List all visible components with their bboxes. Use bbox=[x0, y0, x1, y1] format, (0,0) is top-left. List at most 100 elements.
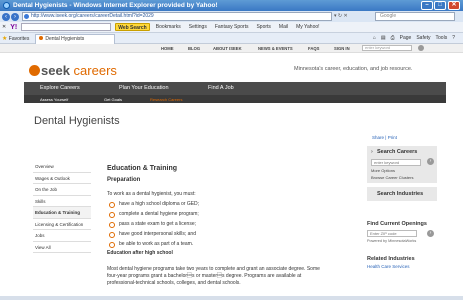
help-icon[interactable]: ? bbox=[452, 35, 455, 41]
leftnav-education[interactable]: Education & Training bbox=[33, 207, 91, 219]
print-link[interactable]: Print bbox=[388, 135, 397, 140]
leftnav-overview[interactable]: Overview bbox=[33, 161, 91, 173]
address-bar-row: ‹ › http://www.iseek.org/careers/careerD… bbox=[0, 11, 463, 22]
list-item: pass a state exam to get a license; bbox=[107, 219, 327, 229]
browser-search-input[interactable]: Google bbox=[375, 12, 455, 21]
main-content: Education & Training Preparation To work… bbox=[107, 165, 327, 287]
search-careers-panel: Search Careers › More Options Browse Car… bbox=[367, 146, 437, 183]
forward-button[interactable]: › bbox=[11, 12, 19, 21]
my-yahoo-button[interactable]: My Yahoo! bbox=[294, 23, 321, 31]
search-industries-title[interactable]: Search Industries bbox=[371, 191, 433, 197]
related-link[interactable]: Health Care Services bbox=[367, 264, 437, 269]
section-heading: Education & Training bbox=[107, 165, 178, 172]
topnav-news[interactable]: NEWS & EVENTS bbox=[258, 46, 293, 51]
settings-button[interactable]: Settings bbox=[187, 23, 209, 31]
career-section-nav: Overview Wages & Outlook On the Job Skil… bbox=[33, 161, 91, 253]
topnav-home[interactable]: HOME bbox=[161, 46, 174, 51]
related-industries-panel: Related Industries Health Care Services bbox=[367, 256, 437, 269]
sub-nav: Assess Yourself Get Goals Research Caree… bbox=[24, 95, 446, 103]
main-nav: Explore Careers Plan Your Education Find… bbox=[24, 82, 446, 95]
safety-menu[interactable]: Safety bbox=[416, 35, 430, 41]
ie-logo-icon bbox=[3, 2, 10, 9]
list-item: complete a dental hygiene program; bbox=[107, 209, 327, 219]
print-icon[interactable]: ⎙ bbox=[391, 35, 395, 41]
career-keyword-input[interactable] bbox=[371, 159, 421, 166]
page-menu[interactable]: Page bbox=[400, 35, 412, 41]
browser-tab[interactable]: Dental Hygienists bbox=[35, 33, 116, 44]
site-search-go-button[interactable] bbox=[418, 45, 424, 51]
list-item: have good interpersonal skills; and bbox=[107, 229, 327, 239]
openings-title: Find Current Openings bbox=[367, 221, 427, 227]
leftnav-view-all[interactable]: View All bbox=[33, 242, 91, 253]
nav-plan-education[interactable]: Plan Your Education bbox=[119, 85, 169, 91]
subsection-heading: Preparation bbox=[107, 177, 141, 183]
subnav-research[interactable]: Research Careers bbox=[150, 97, 182, 102]
window-titlebar: Dental Hygienists - Windows Internet Exp… bbox=[0, 0, 463, 11]
zip-input[interactable] bbox=[367, 230, 417, 237]
refresh-stop-icons[interactable]: ▾ ↻ ✕ bbox=[334, 13, 348, 19]
nav-explore-careers[interactable]: Explore Careers bbox=[40, 85, 80, 91]
close-button[interactable]: ✕ bbox=[448, 1, 460, 10]
close-toolbar-icon[interactable]: ✕ bbox=[2, 24, 6, 30]
site-keyword-input[interactable]: enter keyword bbox=[362, 45, 412, 51]
list-item: have a high school diploma or GED; bbox=[107, 199, 327, 209]
page-title: Dental Hygienists bbox=[34, 115, 120, 127]
minimize-button[interactable]: – bbox=[421, 1, 433, 10]
maximize-button[interactable]: □ bbox=[434, 1, 446, 10]
leftnav-skills[interactable]: Skills bbox=[33, 196, 91, 207]
more-options-link[interactable]: More Options bbox=[371, 168, 433, 173]
related-title: Related Industries bbox=[367, 256, 415, 262]
nav-find-job[interactable]: Find A Job bbox=[208, 85, 234, 91]
career-search-go-button[interactable]: › bbox=[427, 158, 434, 165]
topnav-signin[interactable]: SIGN IN bbox=[334, 46, 350, 51]
web-page: HOME BLOG ABOUT ISEEK NEWS & EVENTS FAQS… bbox=[0, 44, 463, 296]
powered-by-text: Powered by MinnesotaWorks bbox=[367, 239, 417, 243]
site-favicon-icon bbox=[24, 14, 29, 19]
web-search-button[interactable]: Web Search bbox=[115, 23, 150, 31]
list-item: be able to work as part of a team. bbox=[107, 239, 327, 249]
topnav-blog[interactable]: BLOG bbox=[188, 46, 200, 51]
share-print-links: Share | Print bbox=[372, 135, 397, 140]
command-bar: ⌂ ▤ ⎙ Page Safety Tools ? bbox=[373, 35, 455, 41]
home-icon[interactable]: ⌂ bbox=[373, 35, 376, 41]
fantasy-sports-button[interactable]: Fantasy Sports bbox=[213, 23, 251, 31]
address-input[interactable]: http://www.iseek.org/careers/careerDetai… bbox=[22, 12, 332, 21]
browse-clusters-link[interactable]: Browse Career Clusters bbox=[371, 175, 433, 180]
intro-text: To work as a dental hygienist, you must: bbox=[107, 191, 196, 197]
subnav-assess[interactable]: Assess Yourself bbox=[40, 97, 68, 102]
status-bar bbox=[0, 296, 463, 300]
mail-button[interactable]: Mail bbox=[277, 23, 290, 31]
share-link[interactable]: Share bbox=[372, 135, 384, 140]
star-icon: ★ bbox=[2, 35, 8, 42]
window-title: Dental Hygienists - Windows Internet Exp… bbox=[13, 2, 218, 9]
logo-dot-icon bbox=[29, 65, 40, 76]
iseek-logo[interactable]: seek careers bbox=[29, 63, 117, 78]
subnav-goals[interactable]: Get Goals bbox=[104, 97, 122, 102]
yahoo-toolbar: ✕ Y! Web Search Bookmarks Settings Fanta… bbox=[0, 22, 463, 33]
search-careers-title[interactable]: Search Careers bbox=[371, 149, 433, 155]
site-tagline: Minnesota's career, education, and job r… bbox=[294, 66, 413, 72]
topnav-about[interactable]: ABOUT ISEEK bbox=[213, 46, 242, 51]
leftnav-on-the-job[interactable]: On the Job bbox=[33, 184, 91, 196]
requirements-list: have a high school diploma or GED; compl… bbox=[107, 199, 327, 249]
search-industries-panel: Search Industries bbox=[367, 187, 437, 201]
leftnav-wages[interactable]: Wages & Outlook bbox=[33, 173, 91, 184]
leftnav-jobs[interactable]: Jobs bbox=[33, 230, 91, 242]
favorites-bar: ★ Favorites Dental Hygienists ⌂ ▤ ⎙ Page… bbox=[0, 33, 463, 44]
topnav-faqs[interactable]: FAQS bbox=[308, 46, 319, 51]
site-top-nav: HOME BLOG ABOUT ISEEK NEWS & EVENTS FAQS… bbox=[0, 44, 463, 53]
sports-button[interactable]: Sports bbox=[254, 23, 272, 31]
yahoo-search-input[interactable] bbox=[21, 23, 112, 31]
back-button[interactable]: ‹ bbox=[2, 12, 10, 21]
feeds-icon[interactable]: ▤ bbox=[381, 35, 386, 41]
yahoo-logo-icon[interactable]: Y! bbox=[10, 24, 17, 31]
right-sidebar: Search Careers › More Options Browse Car… bbox=[367, 146, 437, 269]
tools-menu[interactable]: Tools bbox=[436, 35, 448, 41]
openings-panel: Find Current Openings › Powered by Minne… bbox=[367, 221, 437, 243]
favorites-button[interactable]: ★ Favorites bbox=[2, 35, 29, 42]
leftnav-licensing[interactable]: Licensing & Certification bbox=[33, 219, 91, 230]
logo-row: seek careers Minnesota's career, educati… bbox=[0, 53, 463, 82]
zip-go-button[interactable]: › bbox=[427, 230, 434, 237]
after-hs-heading: Education after high school bbox=[107, 250, 173, 256]
bookmarks-button[interactable]: Bookmarks bbox=[154, 23, 183, 31]
